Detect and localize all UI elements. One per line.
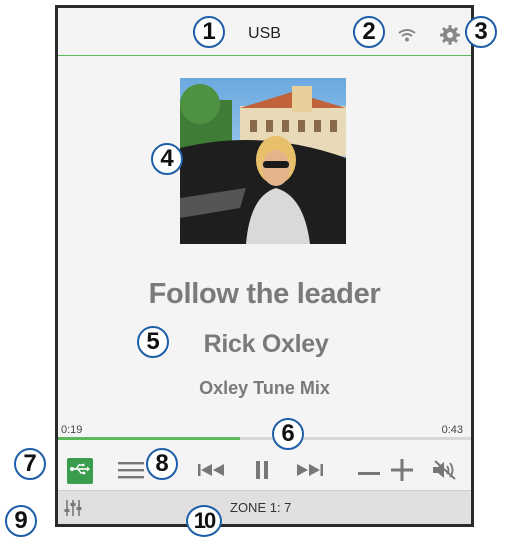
- callout-9: 9: [5, 505, 37, 537]
- total-time: 0:43: [441, 424, 463, 436]
- pause-button[interactable]: [252, 460, 272, 485]
- pause-icon: [254, 460, 270, 485]
- previous-track-button[interactable]: [196, 463, 226, 482]
- menu-icon: [118, 461, 144, 484]
- track-artist: Rick Oxley: [203, 330, 329, 358]
- browse-menu-button[interactable]: [118, 461, 144, 484]
- wifi-icon[interactable]: [398, 28, 416, 47]
- plus-icon: [391, 458, 413, 486]
- callout-1: 1: [193, 16, 225, 48]
- track-album: Oxley Tune Mix: [199, 378, 330, 398]
- track-title: Follow the leader: [148, 278, 381, 310]
- next-track-button[interactable]: [295, 463, 325, 482]
- usb-icon: [70, 462, 90, 480]
- progress-bar[interactable]: [58, 437, 471, 440]
- progress-fill: [58, 437, 240, 440]
- callout-8: 8: [146, 448, 178, 480]
- zone-volume-label[interactable]: ZONE 1: 7: [230, 500, 291, 515]
- stereo-screen: USB Follow the leader Rick Oxley Oxley T…: [55, 5, 474, 527]
- zone-footer: ZONE 1: 7: [58, 490, 471, 524]
- callout-7: 7: [14, 448, 46, 480]
- gear-icon[interactable]: [440, 25, 460, 50]
- album-art: [180, 78, 346, 244]
- callout-3: 3: [465, 16, 497, 48]
- minus-icon: [358, 463, 380, 481]
- callout-5: 5: [137, 326, 169, 358]
- source-usb-button[interactable]: [67, 458, 93, 484]
- callout-6: 6: [272, 418, 304, 450]
- mute-icon: [431, 459, 457, 485]
- mute-button[interactable]: [430, 459, 458, 485]
- callout-4: 4: [151, 143, 183, 175]
- header-bar: USB: [58, 8, 471, 56]
- elapsed-time: 0:19: [61, 424, 83, 436]
- skip-next-icon: [295, 463, 325, 482]
- skip-previous-icon: [196, 463, 226, 482]
- equalizer-icon[interactable]: [63, 498, 83, 523]
- callout-2: 2: [353, 16, 385, 48]
- volume-down-button[interactable]: [358, 466, 380, 478]
- volume-up-button[interactable]: [390, 458, 414, 486]
- callout-10: 10: [186, 505, 222, 537]
